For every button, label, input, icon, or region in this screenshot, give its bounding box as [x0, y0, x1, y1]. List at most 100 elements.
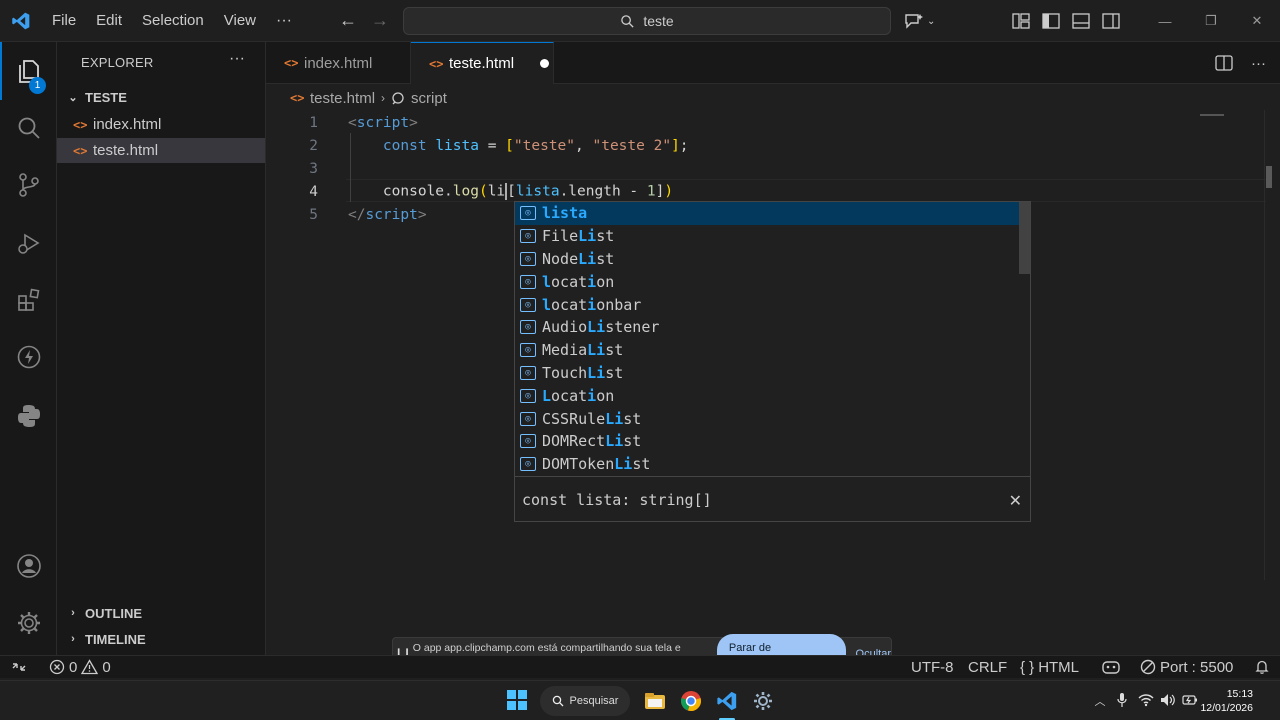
close-window-button[interactable]: ✕	[1234, 0, 1280, 42]
search-icon[interactable]	[0, 104, 57, 152]
file-index-html[interactable]: <> index.html	[57, 112, 265, 137]
copilot-button[interactable]: ⌄	[903, 0, 935, 42]
file-explorer-app-icon[interactable]	[641, 687, 669, 715]
tab-label: teste.html	[449, 55, 515, 72]
file-label: index.html	[93, 116, 162, 133]
lightning-icon[interactable]	[0, 333, 57, 381]
tab-teste-html[interactable]: <> teste.html	[411, 42, 554, 84]
encoding-indicator[interactable]: UTF-8	[911, 656, 954, 678]
outline-label: OUTLINE	[85, 605, 143, 621]
chevron-right-icon: ›	[71, 607, 75, 619]
variable-symbol-icon: ◎	[520, 434, 536, 449]
code-text: <script>	[348, 114, 418, 131]
warning-count: 0	[102, 658, 111, 676]
taskbar-search-label: Pesquisar	[569, 695, 619, 707]
menu-file[interactable]: File	[42, 0, 86, 42]
battery-icon[interactable]	[1179, 694, 1201, 709]
system-clock[interactable]: 15:13 12/01/2026	[1200, 687, 1253, 715]
forward-arrow-icon[interactable]: →	[364, 10, 396, 31]
menu-more-button[interactable]: ···	[266, 0, 302, 42]
toggle-panel-icon[interactable]	[1066, 0, 1096, 42]
suggestion-item[interactable]: ◎ AudioListener	[515, 316, 1019, 339]
variable-symbol-icon: ◎	[520, 388, 536, 403]
breadcrumb-symbol[interactable]: script	[411, 90, 447, 107]
remote-indicator[interactable]	[11, 656, 27, 678]
run-and-debug-icon[interactable]	[0, 219, 57, 267]
customize-layout-icon[interactable]	[1006, 0, 1036, 42]
suggestion-item[interactable]: ◎ CSSRuleList	[515, 407, 1019, 430]
notifications-bell[interactable]	[1254, 656, 1270, 678]
suggest-scrollbar[interactable]	[1019, 202, 1030, 274]
editor-more-actions-icon[interactable]: ···	[1251, 55, 1266, 72]
menu-edit[interactable]: Edit	[86, 0, 132, 42]
suggestion-item[interactable]: ◎ DOMTokenList	[515, 453, 1019, 476]
copilot-icon	[1102, 661, 1120, 674]
outline-section[interactable]: › OUTLINE	[57, 601, 266, 625]
prohibited-icon	[1140, 659, 1156, 675]
eol-indicator[interactable]: CRLF	[968, 656, 1007, 678]
close-icon[interactable]: ✕	[1009, 477, 1022, 523]
minimize-button[interactable]: —	[1142, 0, 1188, 42]
editor-tabs: <> index.html <> teste.html ···	[266, 42, 1280, 84]
restore-button[interactable]: ❐	[1188, 0, 1234, 42]
file-teste-html[interactable]: <> teste.html	[57, 138, 265, 163]
menu-selection[interactable]: Selection	[132, 0, 214, 42]
scrollbar-thumb[interactable]	[1266, 166, 1272, 188]
language-mode[interactable]: { } HTML	[1020, 656, 1079, 678]
settings-app-icon[interactable]	[749, 687, 777, 715]
command-center[interactable]: teste	[403, 7, 891, 35]
variable-symbol-icon: ◎	[520, 365, 536, 380]
vscode-app-icon[interactable]	[713, 687, 741, 715]
code-text: console.log(li [lista.length - 1])	[382, 183, 674, 200]
suggestion-item[interactable]: ◎ Location	[515, 384, 1019, 407]
suggestion-item[interactable]: ◎ TouchList	[515, 362, 1019, 385]
microphone-icon[interactable]	[1109, 692, 1135, 711]
breadcrumb-file[interactable]: teste.html	[310, 90, 375, 107]
chevron-up-icon[interactable]: ︿	[1091, 693, 1109, 709]
toggle-primary-sidebar-icon[interactable]	[1036, 0, 1066, 42]
variable-symbol-icon: ◎	[520, 457, 536, 472]
copilot-status[interactable]	[1101, 656, 1121, 678]
suggestion-item[interactable]: ◎ MediaList	[515, 339, 1019, 362]
line-number: 5	[309, 206, 318, 223]
suggestion-item[interactable]: ◎ DOMRectList	[515, 430, 1019, 453]
chrome-app-icon[interactable]	[677, 687, 705, 715]
suggestion-label: DOMRectList	[542, 432, 642, 451]
suggest-detail-text: const lista: string[]	[522, 490, 712, 509]
status-bar: 0 0 UTF-8 CRLF { } HTML Port : 5500	[0, 655, 1280, 678]
toggle-secondary-sidebar-icon[interactable]	[1096, 0, 1126, 42]
menu-view[interactable]: View	[214, 0, 266, 42]
settings-gear-icon[interactable]	[0, 599, 57, 647]
back-arrow-icon[interactable]: ←	[332, 10, 364, 31]
suggestion-item[interactable]: ◎ FileList	[515, 225, 1019, 248]
suggestion-label: NodeList	[542, 249, 615, 268]
volume-icon[interactable]	[1157, 693, 1179, 710]
accounts-icon[interactable]	[0, 542, 57, 590]
explorer-icon[interactable]: 1	[0, 47, 57, 95]
port-label: Port : 5500	[1160, 658, 1234, 676]
windows-start-icon[interactable]	[507, 690, 527, 710]
suggestion-item[interactable]: ◎ NodeList	[515, 248, 1019, 271]
suggest-widget: ◎ lista ◎ FileList ◎ NodeList ◎ location ◎ locati…	[514, 201, 1031, 522]
tab-index-html[interactable]: <> index.html	[266, 42, 411, 84]
wifi-icon[interactable]	[1135, 693, 1157, 710]
folder-teste[interactable]: ⌄ TESTE	[57, 85, 266, 109]
problems-indicator[interactable]: 0 0	[49, 656, 111, 678]
timeline-section[interactable]: › TIMELINE	[57, 627, 266, 651]
explorer-more-actions-icon[interactable]: ···	[229, 50, 245, 68]
suggestion-item[interactable]: ◎ locationbar	[515, 293, 1019, 316]
source-control-icon[interactable]	[0, 161, 57, 209]
chevron-right-icon: ›	[71, 633, 75, 645]
live-server-port[interactable]: Port : 5500	[1140, 656, 1233, 678]
os-taskbar: Pesquisar ︿ 15:13 12/01/2026	[0, 680, 1280, 720]
unsaved-dot-icon[interactable]	[540, 59, 550, 68]
code-line-4: 4 console.log(li [lista.length - 1])	[266, 180, 1266, 203]
error-icon	[49, 659, 65, 675]
activity-bar: 1	[0, 42, 57, 655]
extensions-icon[interactable]	[0, 276, 57, 324]
suggestion-item[interactable]: ◎ lista	[515, 202, 1019, 225]
taskbar-search[interactable]: Pesquisar	[540, 686, 630, 716]
suggestion-item[interactable]: ◎ location	[515, 270, 1019, 293]
split-editor-icon[interactable]	[1215, 55, 1233, 71]
python-icon[interactable]	[0, 392, 57, 440]
